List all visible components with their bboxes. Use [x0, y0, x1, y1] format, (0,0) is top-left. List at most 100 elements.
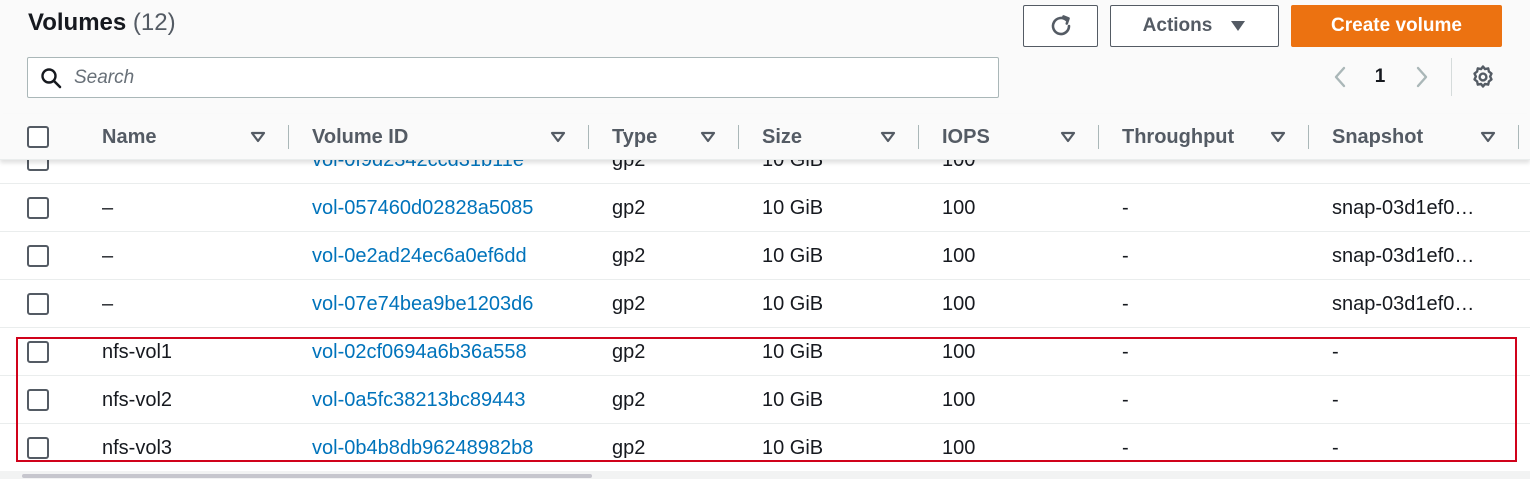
- table-row[interactable]: vol-0f9d2342ccd31b11e gp2 10 GiB 100: [0, 160, 1530, 184]
- column-resizer[interactable]: [918, 125, 919, 149]
- search-input[interactable]: [74, 66, 974, 89]
- cell-volume-id-link[interactable]: vol-0a5fc38213bc89443: [312, 376, 526, 424]
- cell-volume-id-link[interactable]: vol-0f9d2342ccd31b11e: [312, 160, 524, 184]
- cell-size: 10 GiB: [762, 292, 824, 315]
- cell-type: gp2: [612, 388, 646, 411]
- column-resizer[interactable]: [738, 125, 739, 149]
- cell-name: –: [102, 292, 114, 315]
- table-row[interactable]: nfs-vol2 vol-0a5fc38213bc89443 gp2 10 Gi…: [0, 376, 1530, 424]
- cell-volume-id-link[interactable]: vol-02cf0694a6b36a558: [312, 328, 527, 376]
- cell-snapshot: -: [1332, 340, 1339, 363]
- cell-throughput: -: [1122, 196, 1129, 219]
- column-resizer[interactable]: [1518, 125, 1519, 149]
- cell-type: gp2: [612, 436, 646, 459]
- column-header-type[interactable]: Type: [612, 114, 732, 160]
- create-volume-button[interactable]: Create volume: [1291, 5, 1502, 47]
- refresh-icon: [1051, 15, 1070, 36]
- cell-iops: 100: [942, 436, 976, 459]
- cell-type: gp2: [612, 196, 646, 219]
- sort-caret-icon[interactable]: [699, 128, 717, 146]
- cell-volume-id-link[interactable]: vol-0b4b8db96248982b8: [312, 424, 533, 471]
- column-label: Snapshot: [1332, 125, 1424, 148]
- page-number-1[interactable]: 1: [1366, 60, 1394, 94]
- cell-volume-id-link[interactable]: vol-07e74bea9be1203d6: [312, 280, 533, 328]
- column-resizer[interactable]: [288, 125, 289, 149]
- column-label: Size: [762, 125, 803, 148]
- refresh-button[interactable]: [1023, 5, 1098, 47]
- cell-snapshot: -: [1332, 436, 1339, 459]
- scrollbar-thumb[interactable]: [22, 474, 592, 478]
- row-checkbox[interactable]: [27, 437, 49, 459]
- preferences-button[interactable]: [1468, 62, 1498, 92]
- cell-snapshot: snap-03d1ef0…: [1332, 244, 1475, 267]
- cell-iops: 100: [942, 388, 976, 411]
- cell-type: gp2: [612, 340, 646, 363]
- cell-snapshot: snap-03d1ef0…: [1332, 196, 1475, 219]
- column-label: IOPS: [942, 125, 990, 148]
- table-row[interactable]: nfs-vol1 vol-02cf0694a6b36a558 gp2 10 Gi…: [0, 328, 1530, 376]
- cell-name: –: [102, 244, 114, 267]
- title-text: Volumes: [28, 9, 127, 36]
- column-resizer[interactable]: [1308, 125, 1309, 149]
- sort-caret-icon[interactable]: [1059, 128, 1077, 146]
- column-header-size[interactable]: Size: [762, 114, 912, 160]
- row-checkbox[interactable]: [27, 197, 49, 219]
- previous-page-button[interactable]: [1326, 60, 1354, 94]
- sort-caret-icon[interactable]: [1479, 128, 1497, 146]
- row-checkbox[interactable]: [27, 160, 49, 171]
- sort-caret-icon[interactable]: [1269, 128, 1287, 146]
- search-icon: [41, 67, 62, 88]
- select-all-checkbox[interactable]: [27, 126, 49, 148]
- column-resizer[interactable]: [588, 125, 589, 149]
- cell-size: 10 GiB: [762, 340, 824, 363]
- cell-throughput: -: [1122, 436, 1129, 459]
- table-row[interactable]: nfs-vol3 vol-0b4b8db96248982b8 gp2 10 Gi…: [0, 424, 1530, 471]
- chevron-right-icon: [1416, 66, 1428, 88]
- cell-volume-id-link[interactable]: vol-057460d02828a5085: [312, 184, 533, 232]
- cell-size: 10 GiB: [762, 160, 823, 184]
- search-field[interactable]: [27, 57, 999, 98]
- row-checkbox[interactable]: [27, 389, 49, 411]
- row-checkbox[interactable]: [27, 293, 49, 315]
- cell-type: gp2: [612, 160, 645, 184]
- table-row[interactable]: – vol-057460d02828a5085 gp2 10 GiB 100 -…: [0, 184, 1530, 232]
- cell-snapshot: snap-03d1ef0…: [1332, 292, 1475, 315]
- chevron-left-icon: [1334, 66, 1346, 88]
- cell-name: –: [102, 196, 114, 219]
- sort-caret-icon[interactable]: [249, 128, 267, 146]
- table-row[interactable]: – vol-07e74bea9be1203d6 gp2 10 GiB 100 -…: [0, 280, 1530, 328]
- column-header-name[interactable]: Name: [102, 114, 282, 160]
- actions-dropdown-button[interactable]: Actions: [1110, 5, 1279, 47]
- cell-name: nfs-vol1: [102, 340, 173, 363]
- cell-name: nfs-vol3: [102, 436, 173, 459]
- column-resizer[interactable]: [1098, 125, 1099, 149]
- horizontal-scrollbar[interactable]: [0, 471, 1530, 479]
- column-header-volume-id[interactable]: Volume ID: [312, 114, 582, 160]
- cell-iops: 100: [942, 340, 976, 363]
- cell-name: nfs-vol2: [102, 388, 173, 411]
- gear-icon: [1473, 65, 1493, 88]
- next-page-button[interactable]: [1408, 60, 1436, 94]
- row-checkbox[interactable]: [27, 341, 49, 363]
- column-header-snapshot[interactable]: Snapshot: [1332, 114, 1512, 160]
- volumes-table-body: vol-0f9d2342ccd31b11e gp2 10 GiB 100 – v…: [0, 160, 1530, 471]
- row-checkbox[interactable]: [27, 245, 49, 267]
- cell-type: gp2: [612, 292, 646, 315]
- pagination-divider: [1451, 58, 1452, 96]
- cell-size: 10 GiB: [762, 436, 824, 459]
- sort-caret-icon[interactable]: [549, 128, 567, 146]
- table-row[interactable]: – vol-0e2ad24ec6a0ef6dd gp2 10 GiB 100 -…: [0, 232, 1530, 280]
- page-title: Volumes (12): [28, 9, 176, 37]
- cell-throughput: -: [1122, 244, 1129, 267]
- cell-type: gp2: [612, 244, 646, 267]
- column-header-iops[interactable]: IOPS: [942, 114, 1092, 160]
- column-label: Volume ID: [312, 125, 409, 148]
- cell-size: 10 GiB: [762, 244, 824, 267]
- actions-label: Actions: [1142, 15, 1213, 36]
- cell-throughput: -: [1122, 388, 1129, 411]
- sort-caret-icon[interactable]: [879, 128, 897, 146]
- volume-count: (12): [132, 9, 176, 36]
- cell-iops: 100: [942, 292, 976, 315]
- cell-volume-id-link[interactable]: vol-0e2ad24ec6a0ef6dd: [312, 232, 527, 280]
- column-header-throughput[interactable]: Throughput: [1122, 114, 1302, 160]
